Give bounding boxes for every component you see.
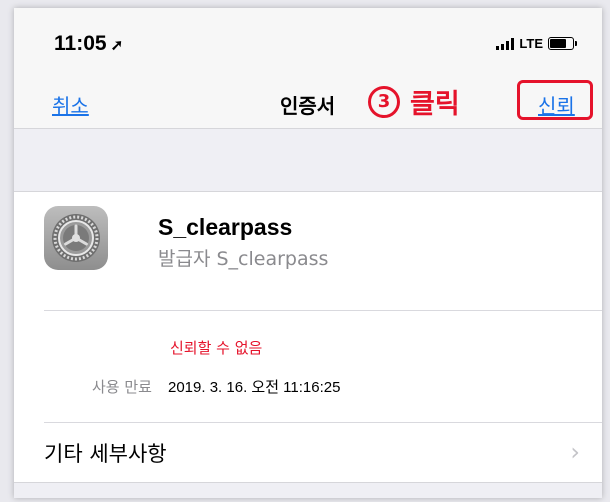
settings-gear-icon — [44, 206, 108, 270]
trust-status: 신뢰할 수 없음 — [170, 339, 263, 357]
battery-icon — [548, 37, 577, 50]
section-spacer — [14, 129, 602, 192]
location-arrow-icon: ➚ — [110, 37, 124, 54]
navigation-bar: 취소 인증서 3 클릭 신뢰 — [14, 72, 602, 129]
click-annotation: 3 클릭 — [368, 82, 460, 121]
status-time: 11:05 ➚ — [54, 32, 123, 56]
signal-strength-icon — [496, 37, 515, 50]
annotation-text: 클릭 — [410, 89, 460, 120]
step-number-badge: 3 — [368, 85, 400, 118]
cancel-button[interactable]: 취소 — [52, 90, 89, 119]
section-spacer — [14, 482, 602, 498]
chevron-right-icon: › — [570, 438, 580, 466]
network-type: LTE — [519, 36, 543, 51]
certificate-name: S_clearpass — [158, 214, 293, 240]
divider — [44, 422, 602, 423]
more-details-row[interactable]: 기타 세부사항 › — [14, 428, 602, 482]
status-bar: 11:05 ➚ LTE — [14, 8, 602, 72]
time-text: 11:05 — [54, 32, 107, 55]
expiration-value: 2019. 3. 16. 오전 11:16:25 — [168, 379, 341, 396]
divider — [44, 310, 602, 311]
page-title: 인증서 — [280, 94, 336, 118]
trust-button[interactable]: 신뢰 — [538, 90, 575, 119]
certificate-issuer: 발급자 S_clearpass — [158, 248, 329, 270]
status-indicators: LTE — [496, 36, 577, 51]
certificate-card: S_clearpass 발급자 S_clearpass 신뢰할 수 없음 사용 … — [14, 192, 602, 428]
phone-screen: 11:05 ➚ LTE 취소 인증서 3 클릭 신뢰 S_clearpass 발… — [14, 8, 602, 498]
expiration-label: 사용 만료 — [92, 378, 152, 396]
more-details-label: 기타 세부사항 — [44, 442, 167, 466]
